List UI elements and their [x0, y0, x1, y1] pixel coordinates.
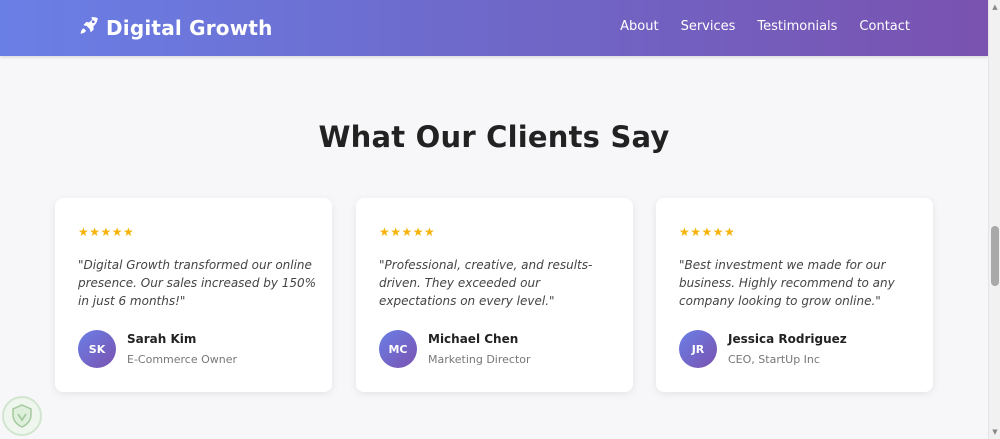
client-role: E-Commerce Owner	[127, 353, 238, 366]
brand-logo[interactable]: Digital Growth	[78, 14, 273, 42]
nav-link-contact[interactable]: Contact	[859, 19, 910, 34]
client-name: Sarah Kim	[127, 332, 197, 346]
nav-link-services[interactable]: Services	[681, 19, 736, 34]
testimonial-card: ★★★★★ "Best investment we made for our b…	[656, 198, 933, 392]
viewport: Digital Growth About Services Testimonia…	[0, 0, 988, 439]
client-role: Marketing Director	[428, 353, 531, 366]
scrollbar-thumb[interactable]	[991, 226, 999, 286]
testimonial-quote: "Best investment we made for our busines…	[679, 258, 895, 308]
client-role: CEO, StartUp Inc	[728, 353, 820, 366]
client-name: Jessica Rodriguez	[728, 332, 847, 346]
avatar: SK	[78, 330, 116, 368]
main-nav: About Services Testimonials Contact	[598, 19, 910, 34]
vertical-scrollbar[interactable]: ▲ ▼	[988, 0, 1000, 439]
testimonial-card: ★★★★★ "Digital Growth transformed our on…	[55, 198, 332, 392]
shield-badge-icon	[2, 396, 42, 436]
rocket-icon	[78, 14, 100, 42]
site-header: Digital Growth About Services Testimonia…	[0, 0, 988, 56]
testimonial-quote: "Professional, creative, and results-dri…	[379, 258, 593, 308]
brand-name: Digital Growth	[106, 16, 273, 40]
client-name: Michael Chen	[428, 332, 519, 346]
star-rating: ★★★★★	[78, 225, 135, 239]
page: Digital Growth About Services Testimonia…	[0, 0, 1000, 439]
section-title: What Our Clients Say	[318, 120, 670, 154]
nav-link-about[interactable]: About	[620, 19, 658, 34]
scroll-down-arrow-icon[interactable]: ▼	[989, 426, 1000, 438]
avatar: JR	[679, 330, 717, 368]
nav-link-testimonials[interactable]: Testimonials	[757, 19, 837, 34]
avatar: MC	[379, 330, 417, 368]
star-rating: ★★★★★	[379, 225, 436, 239]
testimonial-card: ★★★★★ "Professional, creative, and resul…	[356, 198, 633, 392]
scroll-up-arrow-icon[interactable]: ▲	[989, 1, 1000, 13]
testimonial-quote: "Digital Growth transformed our online p…	[78, 258, 317, 308]
star-rating: ★★★★★	[679, 225, 736, 239]
